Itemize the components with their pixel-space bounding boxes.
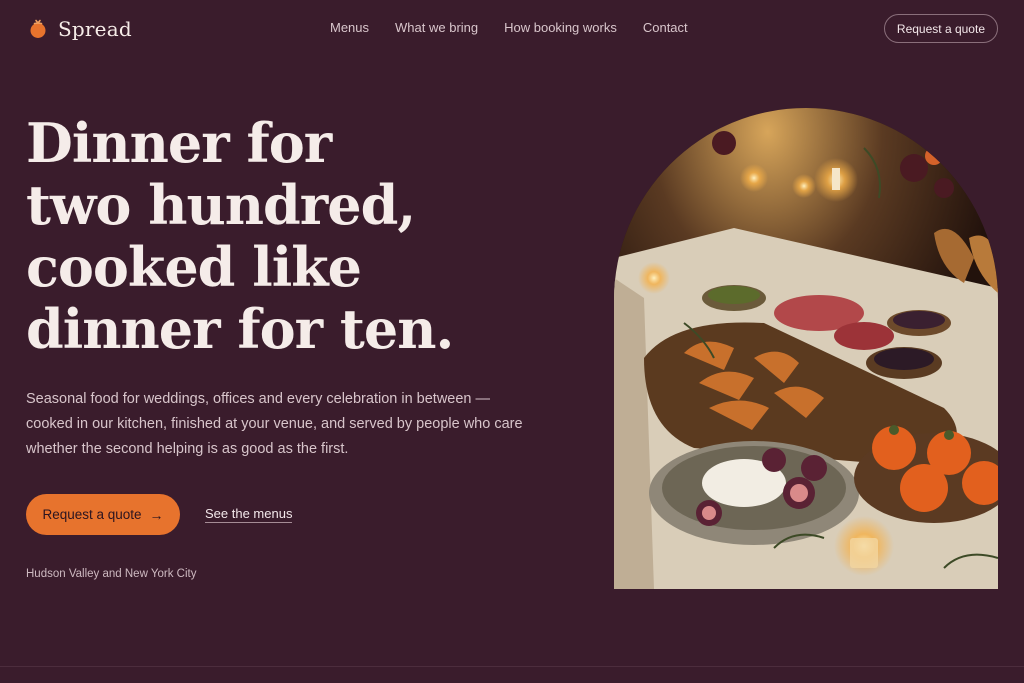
landing-page: Spread Menus What we bring How booking w…	[0, 0, 1024, 683]
nav-links: Menus What we bring How booking works Co…	[330, 20, 688, 35]
nav-request-quote-button[interactable]: Request a quote	[883, 14, 998, 43]
hero-title-line: two hundred,	[26, 173, 416, 237]
hero-food-photo	[614, 108, 998, 589]
hero-title-line: dinner for ten.	[26, 297, 454, 361]
brand[interactable]: Spread	[28, 16, 132, 42]
tomato-icon	[30, 19, 46, 38]
nav-link-how-booking-works[interactable]: How booking works	[504, 20, 617, 35]
hero-title-line: Dinner for	[26, 111, 332, 175]
service-location: Hudson Valley and New York City	[26, 568, 197, 580]
hero-title: Dinner for two hundred, cooked like dinn…	[26, 112, 546, 360]
request-quote-button[interactable]: Request a quote →	[26, 494, 180, 535]
brand-name: Spread	[58, 17, 132, 41]
food-table-illustration	[614, 108, 998, 589]
nav-link-menus[interactable]: Menus	[330, 20, 369, 35]
see-menus-link[interactable]: See the menus	[205, 506, 293, 523]
arrow-right-icon: →	[149, 506, 164, 523]
request-quote-label: Request a quote	[42, 507, 142, 522]
nav-link-contact[interactable]: Contact	[643, 20, 688, 35]
section-divider	[0, 666, 1024, 667]
nav-link-what-we-bring[interactable]: What we bring	[395, 20, 478, 35]
hero-description: Seasonal food for weddings, offices and …	[26, 391, 523, 457]
top-nav: Spread Menus What we bring How booking w…	[0, 0, 1024, 58]
hero-title-line: cooked like	[26, 235, 362, 299]
